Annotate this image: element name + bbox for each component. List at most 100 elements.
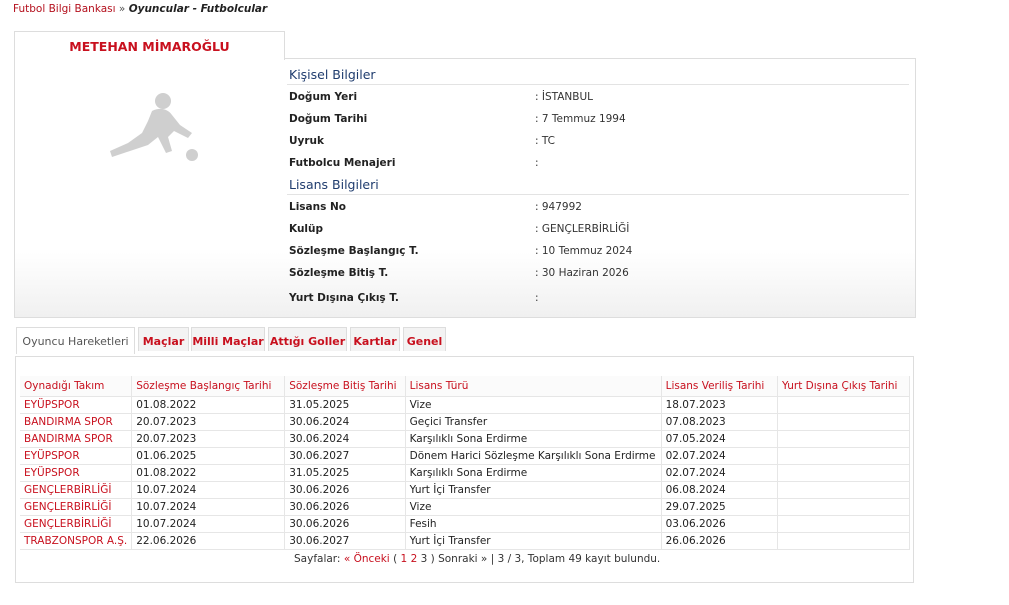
cell-license-type: Fesih <box>405 515 662 533</box>
cell-contract-end: 30.06.2027 <box>284 447 406 465</box>
pagination-prev-link[interactable]: « Önceki <box>344 553 390 565</box>
cell-abroad-exit <box>777 464 910 482</box>
birthplace-label: Doğum Yeri <box>289 91 358 103</box>
tab-general[interactable]: Genel <box>403 327 446 351</box>
cell-abroad-exit <box>777 447 910 465</box>
cell-team[interactable]: EYÜPSPOR <box>20 396 133 414</box>
pagination-page-3-current: 3 <box>420 553 428 565</box>
cell-contract-end: 30.06.2024 <box>284 430 406 448</box>
cell-team[interactable]: BANDIRMA SPOR <box>20 413 133 431</box>
license-no-value: : 947992 <box>535 201 582 213</box>
col-header-team[interactable]: Oynadığı Takım <box>20 376 133 397</box>
cell-contract-end: 30.06.2026 <box>284 481 406 499</box>
cell-license-date: 02.07.2024 <box>661 447 779 465</box>
agent-label: Futbolcu Menajeri <box>289 157 396 169</box>
pagination-page-2[interactable]: 2 <box>411 553 418 565</box>
cell-license-date: 03.06.2026 <box>661 515 779 533</box>
cell-license-type: Yurt İçi Transfer <box>405 532 662 550</box>
license-no-label: Lisans No <box>289 201 347 213</box>
cell-abroad-exit <box>777 430 910 448</box>
breadcrumb: Futbol Bilgi Bankası » Oyuncular - Futbo… <box>13 3 267 15</box>
table-row: EYÜPSPOR 01.08.2022 31.05.2025 Karşılıklı S… <box>20 464 910 482</box>
breadcrumb-home-link[interactable]: Futbol Bilgi Bankası <box>13 3 116 15</box>
cell-contract-start: 20.07.2023 <box>131 413 286 431</box>
tab-national-matches[interactable]: Milli Maçlar <box>191 327 265 351</box>
cell-team[interactable]: EYÜPSPOR <box>20 447 133 465</box>
license-info-divider <box>287 194 909 195</box>
profile-panel: Kişisel Bilgiler Doğum Yeri : İSTANBUL D… <box>14 58 916 318</box>
cell-team[interactable]: TRABZONSPOR A.Ş. <box>20 532 133 550</box>
table-body: EYÜPSPOR 01.08.2022 31.05.2025 Vize 18.07.20… <box>20 396 910 550</box>
cell-contract-start: 10.07.2024 <box>131 481 286 499</box>
col-header-contract-end[interactable]: Sözleşme Bitiş Tarihi <box>284 376 406 397</box>
tab-cards[interactable]: Kartlar <box>350 327 400 351</box>
player-name: METEHAN MİMAROĞLU <box>69 39 230 54</box>
cell-contract-end: 31.05.2025 <box>284 396 406 414</box>
birthdate-value: : 7 Temmuz 1994 <box>535 113 626 125</box>
cell-contract-start: 22.06.2026 <box>131 532 286 550</box>
abroad-exit-value: : <box>535 292 539 304</box>
cell-abroad-exit <box>777 532 910 550</box>
cell-abroad-exit <box>777 396 910 414</box>
cell-team[interactable]: GENÇLERBİRLİĞİ <box>20 481 133 499</box>
cell-license-type: Geçici Transfer <box>405 413 662 431</box>
tab-matches[interactable]: Maçlar <box>138 327 189 351</box>
club-label: Kulüp <box>289 223 324 235</box>
cell-license-type: Karşılıklı Sona Erdirme <box>405 430 662 448</box>
breadcrumb-separator: » <box>118 3 126 15</box>
cell-contract-start: 10.07.2024 <box>131 498 286 516</box>
cell-contract-start: 01.08.2022 <box>131 464 286 482</box>
table-row: GENÇLERBİRLİĞİ 10.07.2024 30.06.2026 Vize 29… <box>20 498 910 516</box>
cell-team[interactable]: EYÜPSPOR <box>20 464 133 482</box>
table-row: BANDIRMA SPOR 20.07.2023 30.06.2024 Karşılı… <box>20 430 910 448</box>
cell-contract-start: 01.08.2022 <box>131 396 286 414</box>
cell-team[interactable]: BANDIRMA SPOR <box>20 430 133 448</box>
cell-abroad-exit <box>777 413 910 431</box>
col-header-license-date[interactable]: Lisans Veriliş Tarihi <box>661 376 779 397</box>
cell-contract-end: 30.06.2027 <box>284 532 406 550</box>
cell-license-date: 18.07.2023 <box>661 396 779 414</box>
cell-license-date: 29.07.2025 <box>661 498 779 516</box>
table-row: BANDIRMA SPOR 20.07.2023 30.06.2024 Geçici … <box>20 413 910 431</box>
cell-team[interactable]: GENÇLERBİRLİĞİ <box>20 515 133 533</box>
cell-contract-end: 30.06.2026 <box>284 498 406 516</box>
tab-player-movements[interactable]: Oyuncu Hareketleri <box>16 327 135 354</box>
table-row: GENÇLERBİRLİĞİ 10.07.2024 30.06.2026 Yurt İ… <box>20 481 910 499</box>
cell-license-date: 07.08.2023 <box>661 413 779 431</box>
agent-value: : <box>535 157 539 169</box>
col-header-abroad-exit[interactable]: Yurt Dışına Çıkış Tarihi <box>777 376 910 397</box>
tab-goals[interactable]: Attığı Goller <box>268 327 347 351</box>
cell-license-date: 07.05.2024 <box>661 430 779 448</box>
player-name-tab: METEHAN MİMAROĞLU <box>14 31 285 60</box>
pagination-open-paren: ( <box>393 553 398 565</box>
player-silhouette-icon <box>108 89 202 173</box>
cell-abroad-exit <box>777 481 910 499</box>
table-row: GENÇLERBİRLİĞİ 10.07.2024 30.06.2026 Fesih 0… <box>20 515 910 533</box>
table-row: EYÜPSPOR 01.08.2022 31.05.2025 Vize 18.07.20… <box>20 396 910 414</box>
cell-abroad-exit <box>777 515 910 533</box>
col-header-license-type[interactable]: Lisans Türü <box>405 376 662 397</box>
cell-license-type: Karşılıklı Sona Erdirme <box>405 464 662 482</box>
cell-contract-start: 01.06.2025 <box>131 447 286 465</box>
cell-contract-start: 10.07.2024 <box>131 515 286 533</box>
cell-team[interactable]: GENÇLERBİRLİĞİ <box>20 498 133 516</box>
contract-start-label: Sözleşme Başlangıç T. <box>289 245 419 257</box>
cell-license-date: 26.06.2026 <box>661 532 779 550</box>
pagination-next-link: Sonraki » <box>438 553 488 565</box>
pagination-page-1[interactable]: 1 <box>401 553 408 565</box>
nationality-label: Uyruk <box>289 135 325 147</box>
table-header-row: Oynadığı Takım Sözleşme Başlangıç Tarihi… <box>20 376 910 397</box>
cell-license-date: 02.07.2024 <box>661 464 779 482</box>
pagination-close-paren: ) <box>430 553 435 565</box>
cell-license-type: Yurt İçi Transfer <box>405 481 662 499</box>
movements-panel: Oynadığı Takım Sözleşme Başlangıç Tarihi… <box>15 356 914 583</box>
pagination-label: Sayfalar: <box>294 553 341 565</box>
col-header-contract-start[interactable]: Sözleşme Başlangıç Tarihi <box>131 376 286 397</box>
personal-info-divider <box>287 84 909 85</box>
contract-end-value: : 30 Haziran 2026 <box>535 267 629 279</box>
cell-license-date: 06.08.2024 <box>661 481 779 499</box>
license-info-title: Lisans Bilgileri <box>289 177 379 192</box>
cell-abroad-exit <box>777 498 910 516</box>
contract-end-label: Sözleşme Bitiş T. <box>289 267 389 279</box>
pagination-summary: | 3 / 3, Toplam 49 kayıt bulundu. <box>490 553 661 565</box>
